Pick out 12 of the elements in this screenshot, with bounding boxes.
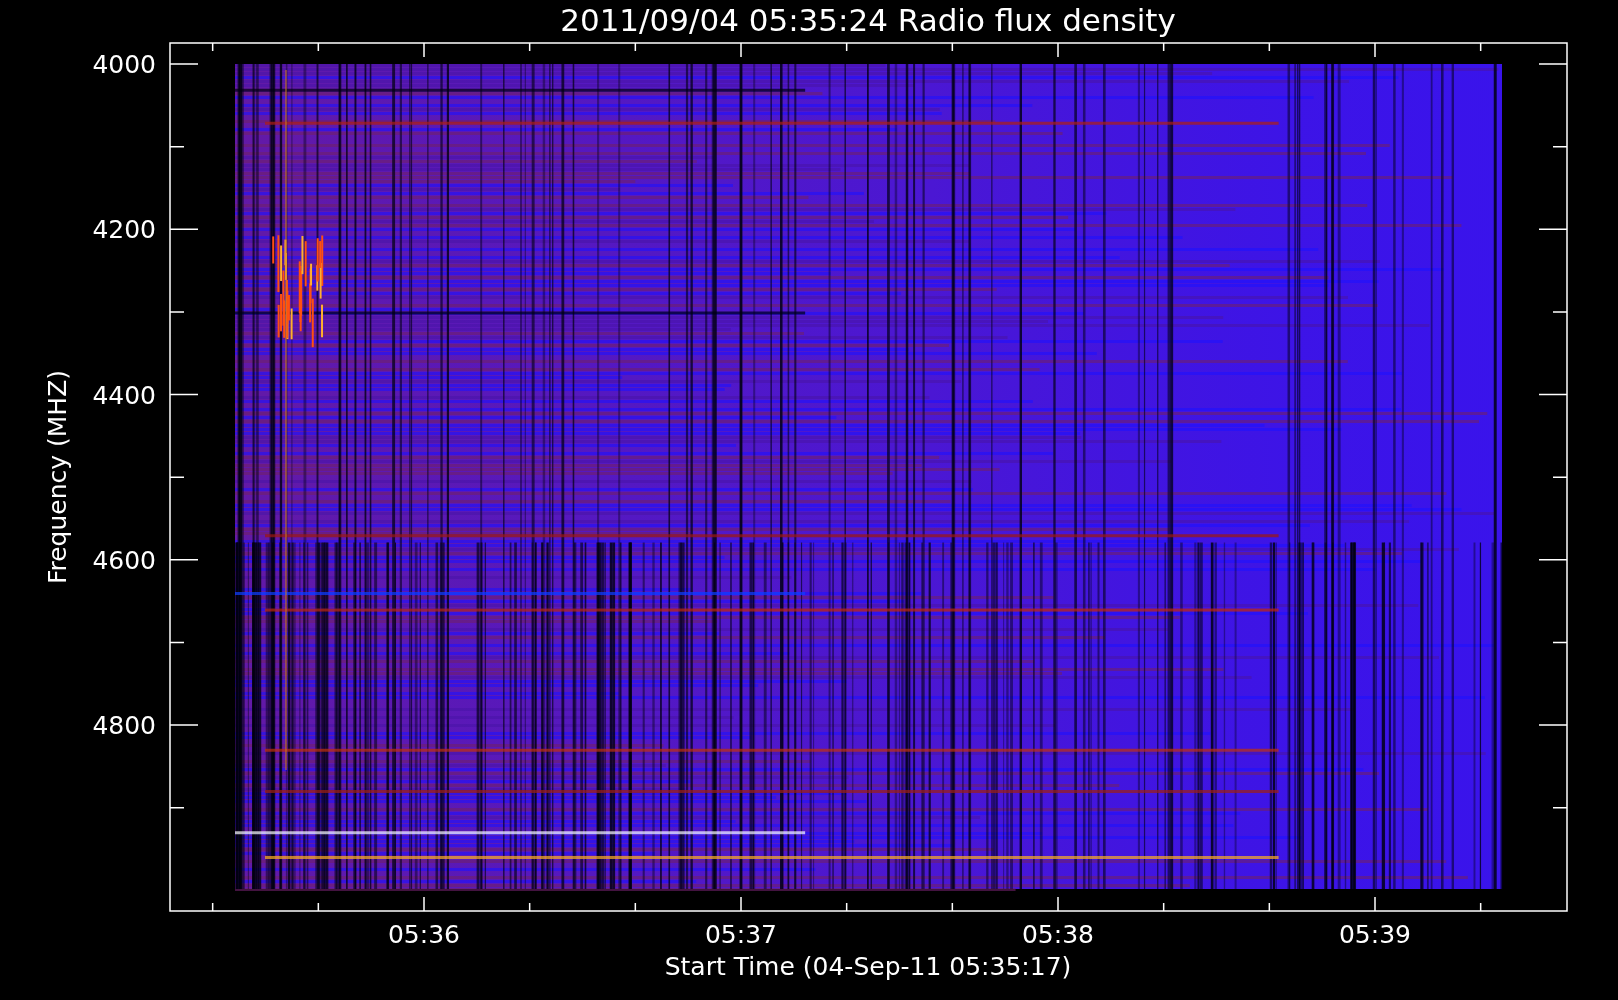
y-tick-label: 4600 (92, 545, 156, 575)
y-axis-label: Frequency (MHZ) (43, 369, 72, 585)
chart-title: 2011/09/04 05:35:24 Radio flux density (560, 2, 1176, 38)
y-tick-label: 4400 (92, 380, 156, 410)
x-tick-label: 05:38 (1022, 920, 1094, 949)
y-tick-label: 4800 (92, 711, 156, 740)
x-tick-label: 05:37 (705, 920, 777, 949)
y-tick-label: 4200 (92, 215, 156, 245)
y-tick-label: 4000 (92, 50, 156, 79)
x-tick-label: 05:39 (1339, 920, 1411, 949)
x-axis-label: Start Time (04-Sep-11 05:35:17) (664, 952, 1072, 981)
x-tick-label: 05:36 (388, 920, 460, 949)
